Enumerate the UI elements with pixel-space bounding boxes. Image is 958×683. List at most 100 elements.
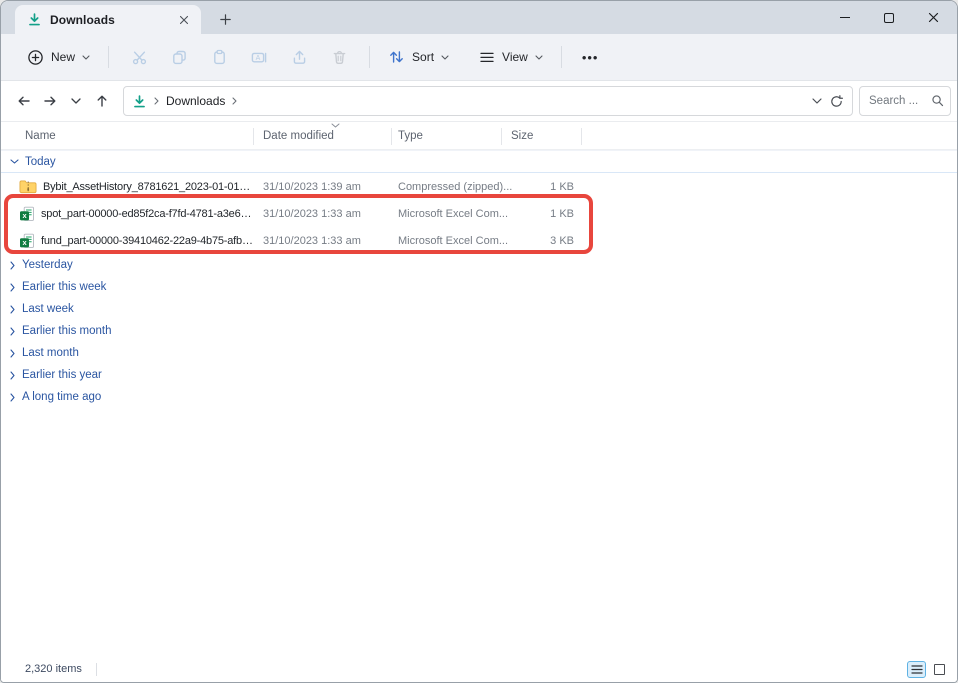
copy-icon: [171, 49, 188, 66]
chevron-right-icon: [10, 327, 15, 336]
breadcrumb-chevron-icon: [154, 97, 159, 105]
new-tab-icon: [220, 14, 231, 25]
group-earlier-this-year[interactable]: Earlier this year: [1, 364, 957, 386]
minimize-icon: [840, 17, 850, 18]
column-separator[interactable]: [253, 128, 254, 145]
chevron-down-icon: [10, 159, 19, 164]
downloads-icon: [132, 94, 147, 109]
sort-icon: [388, 49, 405, 65]
column-header-size[interactable]: Size: [503, 130, 582, 142]
group-last-week[interactable]: Last week: [1, 298, 957, 320]
minimize-button[interactable]: [823, 1, 867, 34]
sort-indicator-icon: [331, 123, 340, 128]
icons-view-toggle[interactable]: [930, 661, 949, 678]
view-button[interactable]: View: [471, 44, 551, 71]
more-options-button[interactable]: •••: [572, 50, 609, 65]
tab-downloads[interactable]: Downloads: [15, 5, 201, 34]
file-list: Name Date modified Type Size Today Bybit…: [1, 122, 957, 656]
chevron-right-icon: [10, 371, 15, 380]
tab-close-icon[interactable]: [175, 11, 193, 29]
refresh-icon[interactable]: [829, 94, 844, 109]
delete-button[interactable]: [319, 41, 359, 73]
group-a-long-time-ago[interactable]: A long time ago: [1, 386, 957, 408]
new-button-label: New: [51, 50, 75, 64]
file-type: Compressed (zipped)...: [393, 181, 503, 193]
navigation-bar: Downloads: [1, 81, 957, 122]
file-explorer-window: Downloads New: [0, 0, 958, 683]
paste-button[interactable]: [199, 41, 239, 73]
file-size: 1 KB: [503, 181, 582, 193]
copy-button[interactable]: [159, 41, 199, 73]
chevron-down-icon: [82, 55, 90, 60]
group-earlier-this-week[interactable]: Earlier this week: [1, 276, 957, 298]
status-separator: [96, 663, 97, 676]
toolbar-separator: [369, 46, 370, 68]
view-icon: [479, 50, 495, 65]
group-label: Yesterday: [22, 259, 73, 271]
group-yesterday[interactable]: Yesterday: [1, 254, 957, 276]
cut-icon: [131, 49, 148, 66]
maximize-icon: [884, 13, 894, 23]
address-bar[interactable]: Downloads: [123, 86, 853, 116]
toolbar-separator: [108, 46, 109, 68]
file-date: 31/10/2023 1:33 am: [254, 235, 393, 247]
back-button[interactable]: [11, 88, 37, 114]
group-label: Last week: [22, 303, 74, 315]
file-row-fund[interactable]: x fund_part-00000-39410462-22a9-4b75-afb…: [1, 227, 957, 254]
column-header-date-modified[interactable]: Date modified: [254, 130, 393, 142]
breadcrumb-chevron-icon: [232, 97, 237, 105]
back-icon: [16, 93, 32, 109]
column-header-type[interactable]: Type: [393, 130, 503, 142]
chevron-right-icon: [10, 283, 15, 292]
share-button[interactable]: [279, 41, 319, 73]
file-row-zip[interactable]: Bybit_AssetHistory_8781621_2023-01-01_20…: [1, 173, 957, 200]
file-size: 1 KB: [503, 208, 582, 220]
group-last-month[interactable]: Last month: [1, 342, 957, 364]
file-date: 31/10/2023 1:33 am: [254, 208, 393, 220]
file-type: Microsoft Excel Com...: [393, 208, 503, 220]
group-earlier-this-month[interactable]: Earlier this month: [1, 320, 957, 342]
maximize-button[interactable]: [867, 1, 911, 34]
file-type: Microsoft Excel Com...: [393, 235, 503, 247]
title-bar: Downloads: [1, 1, 957, 34]
chevron-down-icon: [535, 55, 543, 60]
column-header-name[interactable]: Name: [1, 130, 254, 142]
details-view-toggle[interactable]: [907, 661, 926, 678]
delete-icon: [331, 49, 348, 66]
more-icon: •••: [582, 50, 599, 65]
rename-icon: A: [250, 49, 268, 66]
sort-button[interactable]: Sort: [380, 43, 457, 71]
address-chevron-icon[interactable]: [812, 98, 822, 104]
zip-file-icon: [19, 179, 37, 194]
column-separator[interactable]: [391, 128, 392, 145]
column-separator[interactable]: [501, 128, 502, 145]
search-box: [859, 86, 951, 116]
file-date: 31/10/2023 1:39 am: [254, 181, 393, 193]
status-bar: 2,320 items: [1, 656, 957, 682]
view-button-label: View: [502, 50, 528, 64]
toolbar-separator: [561, 46, 562, 68]
rename-button[interactable]: A: [239, 41, 279, 73]
file-name: Bybit_AssetHistory_8781621_2023-01-01_20…: [43, 181, 254, 193]
file-name: spot_part-00000-ed85f2ca-f7fd-4781-a3e6-…: [41, 208, 254, 220]
file-size: 3 KB: [503, 235, 582, 247]
column-headers: Name Date modified Type Size: [1, 122, 957, 150]
new-button[interactable]: New: [19, 43, 98, 72]
file-row-spot[interactable]: x spot_part-00000-ed85f2ca-f7fd-4781-a3e…: [1, 200, 957, 227]
breadcrumb-downloads[interactable]: Downloads: [166, 94, 225, 108]
close-button[interactable]: [911, 1, 955, 34]
cut-button[interactable]: [119, 41, 159, 73]
forward-icon: [42, 93, 58, 109]
search-icon: [931, 94, 944, 107]
column-separator[interactable]: [581, 128, 582, 145]
recent-locations-button[interactable]: [63, 88, 89, 114]
group-today[interactable]: Today: [1, 150, 957, 173]
forward-button[interactable]: [37, 88, 63, 114]
new-tab-button[interactable]: [213, 8, 237, 30]
up-button[interactable]: [89, 88, 115, 114]
group-label: Today: [25, 156, 56, 168]
recent-chevron-icon: [71, 98, 81, 104]
file-name: fund_part-00000-39410462-22a9-4b75-afb1-…: [41, 235, 254, 247]
group-label: Earlier this year: [22, 369, 102, 381]
command-bar: New A Sort View: [1, 34, 957, 81]
